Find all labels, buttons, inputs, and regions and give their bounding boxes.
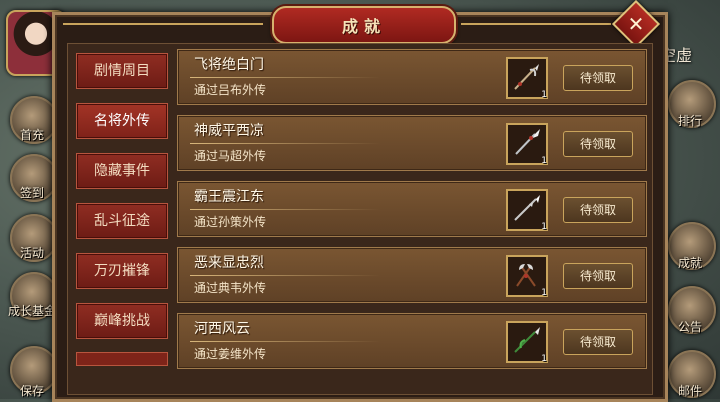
reward-count: 1 [541,90,547,100]
claim-button[interactable]: 待领取 [563,263,633,289]
close-icon: ✕ [627,12,645,36]
title-ornament-right [461,23,611,25]
achievement-row: 神威平西凉 通过马超外传 1 待领取 [177,115,647,171]
notice-label: 公告 [677,320,702,334]
achievement-desc: 通过马超外传 [194,149,267,163]
dialog-title: 成就 [341,17,386,36]
tab-list-overflow [76,352,168,366]
divider [190,341,380,342]
achievement-title: 河西风云 [194,321,250,337]
twin-axe-icon [516,264,536,287]
dialog-title-plate: 成就 [272,6,456,44]
achievement-row: 霸王震江东 通过孙策外传 1 待领取 [177,181,647,237]
title-ornament-left [63,23,263,25]
reward-item[interactable]: 1 [506,321,548,364]
achievement-desc: 通过孙策外传 [194,215,267,229]
achievement-row: 飞将绝白门 通过吕布外传 1 待领取 [177,49,647,105]
spear-icon [515,129,540,155]
claim-button[interactable]: 待领取 [563,329,633,355]
achievement-label: 成就 [677,256,702,270]
claim-button[interactable]: 待领取 [563,197,633,223]
reward-item[interactable]: 1 [506,189,548,232]
achievement-title: 神威平西凉 [194,123,264,139]
reward-count: 1 [541,354,547,364]
reward-item[interactable]: 1 [506,123,548,166]
reward-item[interactable]: 1 [506,57,548,100]
tab-famous-generals[interactable]: 名将外传 [76,103,168,139]
reward-count: 1 [541,288,547,298]
reward-item[interactable]: 1 [506,255,548,298]
reward-count: 1 [541,222,547,232]
divider [190,143,380,144]
achievement-title: 霸王震江东 [194,189,264,205]
achievement-row: 恶来显忠烈 通过典韦外传 1 待领取 [177,247,647,303]
halberd-icon [514,64,539,90]
divider [190,77,380,78]
tab-melee-journey[interactable]: 乱斗征途 [76,203,168,239]
claim-button[interactable]: 待领取 [563,131,633,157]
tab-ten-thousand-blades[interactable]: 万刃摧锋 [76,253,168,289]
claim-button[interactable]: 待领取 [563,65,633,91]
tab-hidden-events[interactable]: 隐藏事件 [76,153,168,189]
close-button[interactable]: ✕ [611,0,661,49]
achievement-row: 河西风云 通过姜维外传 1 待领取 [177,313,647,369]
reward-count: 1 [541,156,547,166]
achievement-title: 飞将绝白门 [194,57,264,73]
achievement-title: 恶来显忠烈 [194,255,264,271]
achievement-desc: 通过典韦外传 [194,281,267,295]
tab-story[interactable]: 剧情周目 [76,53,168,89]
achievement-desc: 通过吕布外传 [194,83,267,97]
mail-label: 邮件 [677,384,702,398]
tab-peak-challenge[interactable]: 巅峰挑战 [76,303,168,339]
ranking-label: 排行 [677,114,702,128]
divider [190,275,380,276]
achievement-dialog: 成就 ✕ 剧情周目 名将外传 隐藏事件 乱斗征途 万刃摧锋 巅峰挑战 飞将绝白门… [52,0,668,402]
spear-icon [514,195,540,221]
divider [190,209,380,210]
green-spear-icon [514,327,540,353]
achievement-desc: 通过姜维外传 [194,347,267,361]
